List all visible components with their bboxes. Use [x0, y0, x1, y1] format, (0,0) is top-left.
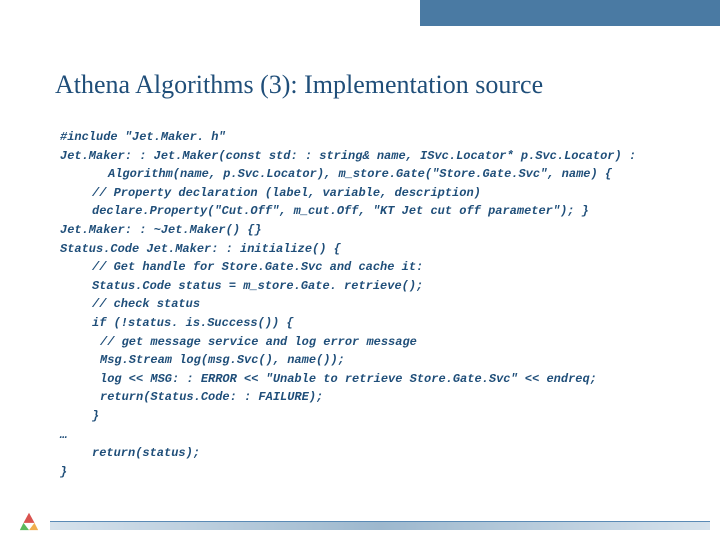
code-line: Status.Code Jet.Maker: : initialize() { — [60, 240, 690, 259]
code-line: // check status — [60, 295, 690, 314]
header-accent-bar — [420, 0, 720, 26]
code-line: declare.Property("Cut.Off", m_cut.Off, "… — [60, 202, 690, 221]
slide-container: Athena Algorithms (3): Implementation so… — [0, 0, 720, 540]
footer — [0, 510, 720, 540]
code-line: return(status); — [60, 444, 690, 463]
code-line: if (!status. is.Success()) { — [60, 314, 690, 333]
code-block: #include "Jet.Maker. h" Jet.Maker: : Jet… — [60, 128, 690, 481]
code-line: … — [60, 426, 690, 445]
code-line: Jet.Maker: : ~Jet.Maker() {} — [60, 221, 690, 240]
footer-gradient-strip — [50, 522, 710, 530]
code-line: Status.Code status = m_store.Gate. retri… — [60, 277, 690, 296]
code-line: log << MSG: : ERROR << "Unable to retrie… — [60, 370, 690, 389]
code-line: Jet.Maker: : Jet.Maker(const std: : stri… — [60, 147, 690, 166]
code-line: // get message service and log error mes… — [60, 333, 690, 352]
code-line: // Property declaration (label, variable… — [60, 184, 690, 203]
code-line: // Get handle for Store.Gate.Svc and cac… — [60, 258, 690, 277]
logo-icon — [18, 510, 40, 532]
code-line: } — [60, 463, 690, 482]
code-line: Algorithm(name, p.Svc.Locator), m_store.… — [60, 165, 690, 184]
code-line: } — [60, 407, 690, 426]
code-line: #include "Jet.Maker. h" — [60, 128, 690, 147]
code-line: Msg.Stream log(msg.Svc(), name()); — [60, 351, 690, 370]
code-line: return(Status.Code: : FAILURE); — [60, 388, 690, 407]
slide-title: Athena Algorithms (3): Implementation so… — [55, 70, 543, 100]
